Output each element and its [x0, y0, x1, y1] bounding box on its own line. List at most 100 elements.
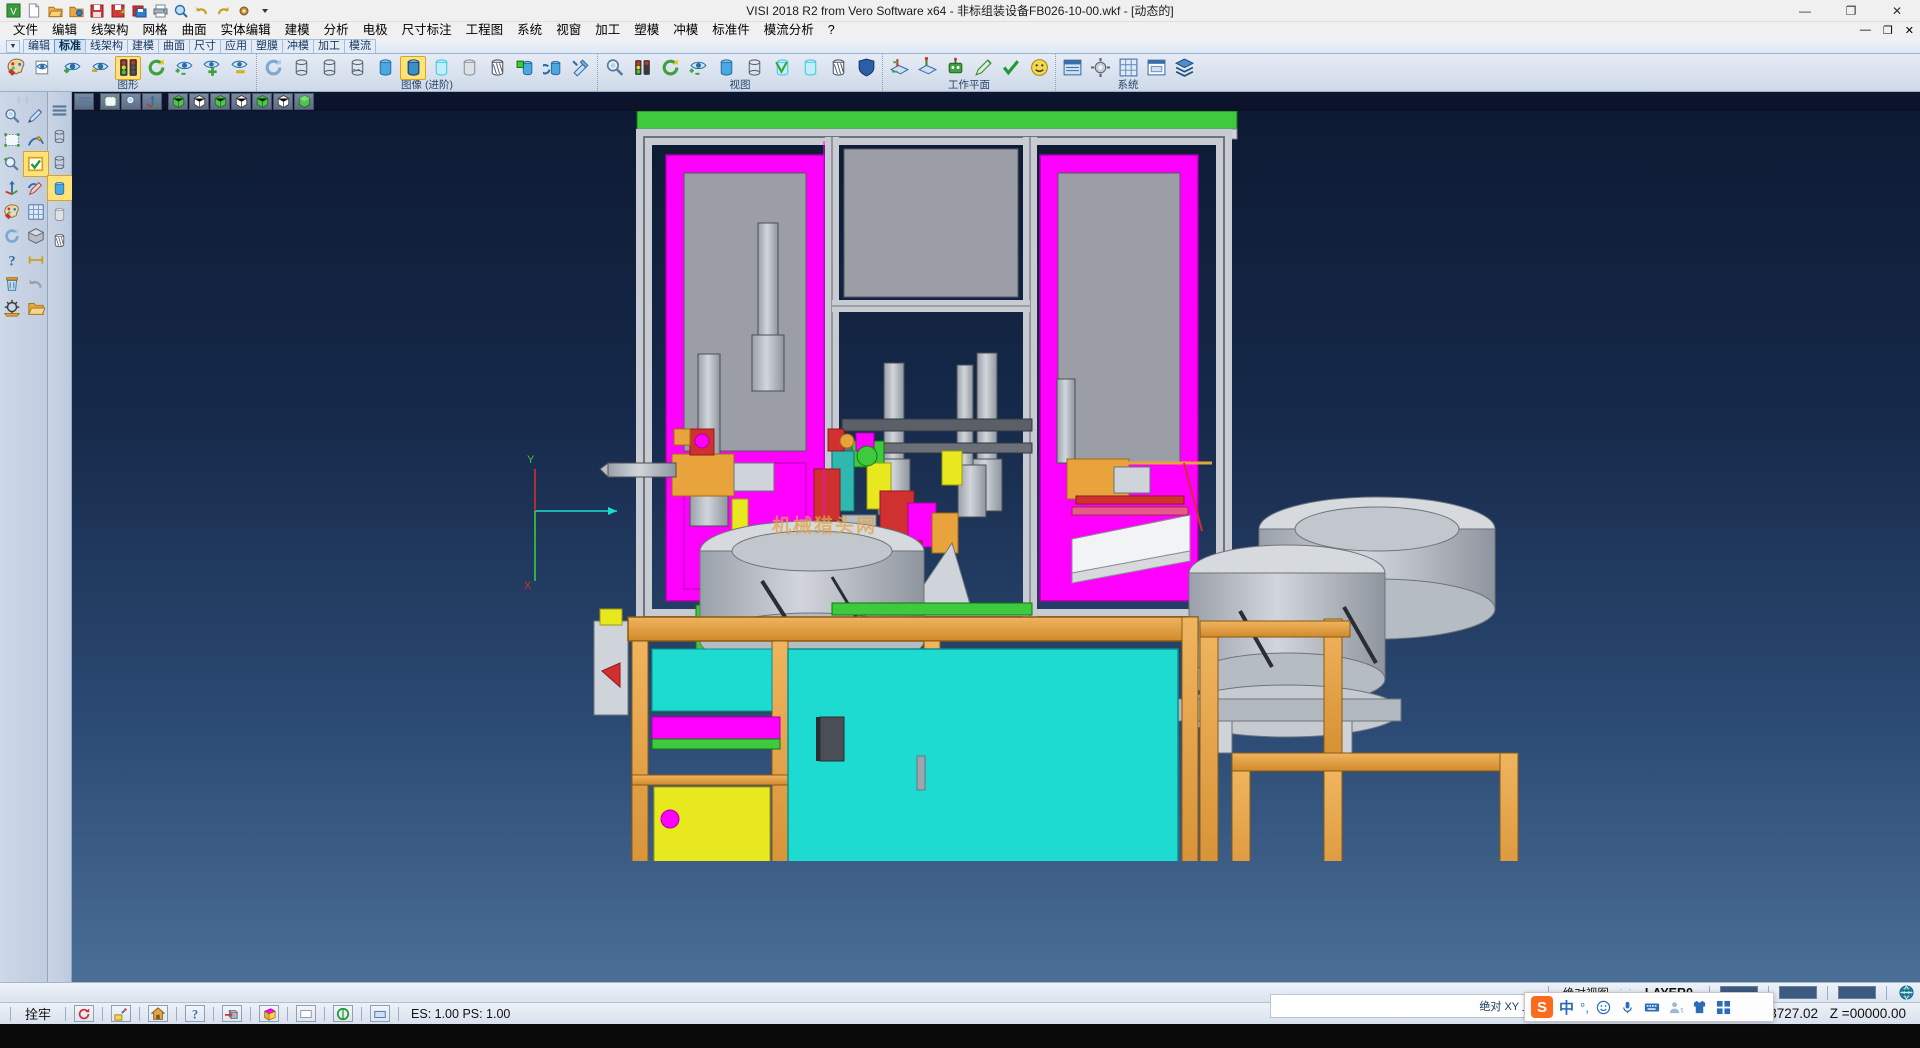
- wp-align-icon[interactable]: [914, 56, 940, 80]
- wp-define-icon[interactable]: [886, 56, 912, 80]
- ime-keyboard-icon[interactable]: [1643, 1000, 1661, 1014]
- delete-icon[interactable]: [0, 272, 24, 296]
- refresh-shade-icon[interactable]: [143, 56, 169, 80]
- ime-skin-icon[interactable]: [1691, 1000, 1709, 1014]
- ribbon-tab-应用[interactable]: 应用: [220, 39, 252, 53]
- dynamic-view-icon[interactable]: [797, 56, 823, 80]
- undo-arrow-icon[interactable]: [24, 272, 48, 296]
- status-color-box-3[interactable]: [1838, 986, 1876, 999]
- ribbon-tab-线架构[interactable]: 线架构: [85, 39, 128, 53]
- view-iso5-icon[interactable]: [252, 93, 272, 110]
- section-cylinder-icon[interactable]: [48, 228, 72, 252]
- sb-refresh-icon[interactable]: [74, 1005, 94, 1022]
- view-axis-icon[interactable]: [142, 93, 162, 110]
- sys-layer-icon[interactable]: [1059, 56, 1085, 80]
- view-list-icon[interactable]: [74, 93, 94, 110]
- sys-window-icon[interactable]: [1143, 56, 1169, 80]
- shaded-cylinder-icon[interactable]: [48, 176, 72, 200]
- hidden-dashed-icon[interactable]: [344, 56, 370, 80]
- hidden-cylinder-icon[interactable]: [48, 150, 72, 174]
- app-logo-icon[interactable]: V: [3, 1, 23, 20]
- wireframe-icon[interactable]: [288, 56, 314, 80]
- open-folder-icon[interactable]: [24, 296, 48, 320]
- menu-item-18[interactable]: ?: [821, 22, 842, 39]
- ime-mode-label[interactable]: 中: [1559, 997, 1574, 1018]
- dimension-icon[interactable]: [24, 248, 48, 272]
- menu-item-12[interactable]: 视窗: [549, 22, 588, 39]
- menu-item-2[interactable]: 线架构: [84, 22, 136, 39]
- shaded-edges-icon[interactable]: [400, 56, 426, 80]
- section-icon[interactable]: [484, 56, 510, 80]
- menu-item-3[interactable]: 网格: [136, 22, 175, 39]
- sb-magic-icon[interactable]: [111, 1005, 131, 1022]
- save-as-icon[interactable]: [108, 1, 128, 20]
- zoom-select-icon[interactable]: [0, 104, 24, 128]
- save-all-icon[interactable]: [129, 1, 149, 20]
- menu-item-14[interactable]: 塑模: [627, 22, 666, 39]
- view-zoom-icon[interactable]: [121, 93, 141, 110]
- front-view-icon[interactable]: [713, 56, 739, 80]
- zoom-window-icon[interactable]: [601, 56, 627, 80]
- ime-punctuation-label[interactable]: °,: [1580, 1000, 1589, 1015]
- menu-item-0[interactable]: 文件: [6, 22, 45, 39]
- flat-shade-icon[interactable]: [456, 56, 482, 80]
- shade-mode-icon[interactable]: [853, 56, 879, 80]
- ribbon-tab-模流[interactable]: 模流: [344, 39, 376, 53]
- image-tools-icon[interactable]: [568, 56, 594, 80]
- shaded-icon[interactable]: [372, 56, 398, 80]
- wire-cylinder-icon[interactable]: [48, 124, 72, 148]
- menu-item-5[interactable]: 实体编辑: [214, 22, 278, 39]
- undo-icon[interactable]: [192, 1, 212, 20]
- ime-floating-bar[interactable]: S 中 °, ?: [1524, 992, 1774, 1022]
- qat-overflow-icon[interactable]: [255, 1, 275, 20]
- hidden-line-icon[interactable]: [316, 56, 342, 80]
- view-iso1-icon[interactable]: [168, 93, 188, 110]
- view-iso2-icon[interactable]: [189, 93, 209, 110]
- menu-item-10[interactable]: 工程图: [459, 22, 511, 39]
- sys-grid-icon[interactable]: [1115, 56, 1141, 80]
- menu-item-7[interactable]: 分析: [317, 22, 356, 39]
- sb-cube-red-icon[interactable]: [222, 1005, 242, 1022]
- sb-home-icon[interactable]: [148, 1005, 168, 1022]
- wp-robot-icon[interactable]: [942, 56, 968, 80]
- sys-settings-icon[interactable]: [1087, 56, 1113, 80]
- ribbon-tab-建模[interactable]: 建模: [127, 39, 159, 53]
- ribbon-tab-标准[interactable]: 标准: [54, 39, 86, 53]
- workplane-icon[interactable]: [0, 176, 24, 200]
- draw-line-icon[interactable]: [24, 104, 48, 128]
- section-view-icon[interactable]: [825, 56, 851, 80]
- edit-curve-icon[interactable]: [24, 128, 48, 152]
- ime-emoji-icon[interactable]: [1595, 1000, 1613, 1015]
- zoom-scale-icon[interactable]: [0, 152, 24, 176]
- color-layer-icon[interactable]: [0, 200, 24, 224]
- view-solid-icon[interactable]: [294, 93, 314, 110]
- rotate-view-icon[interactable]: [657, 56, 683, 80]
- traffic-light-icon[interactable]: [115, 56, 141, 80]
- regenerate-icon[interactable]: [260, 56, 286, 80]
- mdi-restore-button[interactable]: ❐: [1877, 24, 1899, 37]
- sb-green-icon[interactable]: [333, 1005, 353, 1022]
- top-view-icon[interactable]: [741, 56, 767, 80]
- open-recent-icon[interactable]: [66, 1, 86, 20]
- view-iso3-icon[interactable]: [210, 93, 230, 110]
- wp-smiley-icon[interactable]: [1026, 56, 1052, 80]
- help-icon[interactable]: ?: [0, 248, 24, 272]
- grid-window-icon[interactable]: [24, 200, 48, 224]
- machining-icon[interactable]: [0, 296, 24, 320]
- solid-cube-icon[interactable]: [24, 224, 48, 248]
- wp-pen-icon[interactable]: [970, 56, 996, 80]
- ime-apps-icon[interactable]: [1715, 1000, 1733, 1015]
- menu-item-17[interactable]: 模流分析: [757, 22, 821, 39]
- print-icon[interactable]: [150, 1, 170, 20]
- sb-cube-magenta-icon[interactable]: [259, 1005, 279, 1022]
- view-render-icon[interactable]: [31, 56, 57, 80]
- mdi-close-button[interactable]: ✕: [1899, 24, 1920, 37]
- iso-view-icon[interactable]: [769, 56, 795, 80]
- mdi-minimize-button[interactable]: —: [1854, 24, 1877, 37]
- refresh-icon[interactable]: [0, 224, 24, 248]
- open-file-icon[interactable]: [45, 1, 65, 20]
- ribbon-tab-加工[interactable]: 加工: [313, 39, 345, 53]
- lock-label[interactable]: 拴牢: [17, 1004, 59, 1023]
- save-icon[interactable]: [87, 1, 107, 20]
- sb-help-icon[interactable]: ?: [185, 1005, 205, 1022]
